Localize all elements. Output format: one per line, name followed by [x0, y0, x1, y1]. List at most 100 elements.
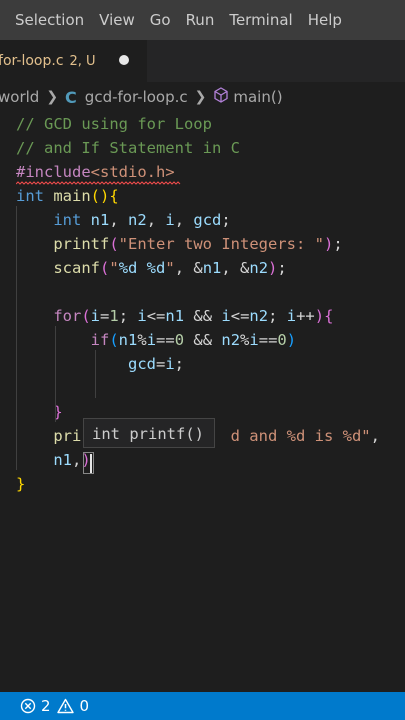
indent-guide	[95, 350, 96, 398]
code-token: // GCD using for Loop	[16, 115, 212, 133]
code-token: 0	[174, 331, 185, 349]
code-token: 0	[277, 331, 287, 349]
warning-icon	[56, 698, 74, 714]
code-token: ,	[370, 427, 380, 445]
code-token: , &	[221, 259, 250, 277]
code-line: printf("Enter two Integers: ");	[16, 232, 343, 256]
code-token: n1	[90, 211, 110, 229]
code-token: ;	[333, 235, 343, 253]
code-token: scanf	[53, 259, 100, 277]
code-token: %	[137, 331, 147, 349]
code-token: (	[109, 235, 119, 253]
code-token: ==	[156, 331, 175, 349]
code-line: n1,)	[16, 448, 90, 472]
code-token: gcd	[127, 355, 156, 373]
code-token: =	[100, 307, 110, 325]
code-token: ++	[296, 307, 315, 325]
code-token: i	[165, 355, 175, 373]
symbol-method-icon	[213, 87, 229, 107]
code-token: =	[155, 355, 166, 373]
code-token: (){	[90, 187, 119, 205]
menu-go[interactable]: Go	[150, 11, 171, 29]
code-token: n2	[249, 307, 269, 325]
code-token: ;	[118, 307, 138, 325]
code-line: gcd=i;	[16, 352, 184, 376]
code-token: i	[221, 307, 231, 325]
breadcrumb-symbol[interactable]: main()	[233, 88, 282, 106]
menu-run[interactable]: Run	[186, 11, 215, 29]
code-token: %	[240, 331, 250, 349]
code-line: // and If Statement in C	[16, 136, 240, 160]
breadcrumb: world ❯ C gcd-for-loop.c ❯ main()	[0, 84, 405, 110]
code-token: n2	[128, 211, 147, 229]
text-cursor	[90, 454, 92, 473]
menu-view[interactable]: View	[99, 11, 135, 29]
code-token: n2	[221, 331, 241, 349]
unsaved-dot-icon[interactable]	[119, 55, 129, 65]
warning-count: 0	[79, 697, 90, 715]
code-line: int n1, n2, i, gcd;	[16, 208, 230, 232]
error-squiggle	[16, 181, 181, 185]
code-line: if(n1%i==0 && n2%i==0)	[16, 328, 296, 352]
code-line: }	[16, 472, 25, 496]
signature-hover-tooltip: int printf()	[83, 418, 215, 448]
code-token: }	[16, 475, 26, 493]
code-token: n1	[165, 307, 185, 325]
breadcrumb-folder[interactable]: world	[0, 88, 39, 106]
code-token: , &	[174, 259, 203, 277]
code-token: i	[90, 307, 101, 325]
code-token: printf	[53, 235, 110, 253]
code-token: (	[81, 307, 91, 325]
code-token: pri	[53, 427, 82, 445]
problems-indicator[interactable]: 2 0	[20, 697, 89, 715]
menu-selection[interactable]: Selection	[15, 11, 84, 29]
code-token: gcd	[193, 211, 222, 229]
code-token: n1	[53, 451, 72, 469]
menu-terminal[interactable]: Terminal	[229, 11, 292, 29]
code-token: ;	[268, 307, 287, 325]
code-editor[interactable]: } n1,) pri d and %d is %d", } gcd=i; if(…	[0, 110, 405, 692]
tab-bar: -for-loop.c 2, U	[0, 40, 405, 82]
code-token: "	[109, 259, 119, 277]
menu-help[interactable]: Help	[308, 11, 342, 29]
code-token: <=	[230, 307, 250, 325]
code-token: )	[268, 259, 278, 277]
code-token: )	[323, 235, 334, 253]
code-token: <=	[146, 307, 166, 325]
editor-tab[interactable]: -for-loop.c 2, U	[0, 40, 147, 82]
code-token: i	[249, 331, 259, 349]
code-token: <stdio.h>	[90, 163, 175, 181]
code-token: n1	[202, 259, 222, 277]
code-token: ==	[258, 331, 278, 349]
breadcrumb-file[interactable]: gcd-for-loop.c	[85, 88, 188, 106]
menu-bar: Selection View Go Run Terminal Help	[0, 0, 405, 40]
status-bar: 2 0	[0, 692, 405, 720]
code-token: i	[146, 331, 157, 349]
error-icon	[20, 698, 36, 714]
tab-title: -for-loop.c	[0, 53, 64, 69]
code-line: for(i=1; i<=n1 && i<=n2; i++){	[16, 304, 333, 328]
code-token: i	[165, 211, 175, 229]
code-token: int	[16, 187, 44, 205]
code-token: ;	[174, 355, 185, 373]
code-token: for	[53, 307, 82, 325]
code-token: ,	[174, 211, 194, 229]
code-line: // GCD using for Loop	[16, 112, 212, 136]
code-token: &&	[184, 331, 222, 349]
code-token: 1	[109, 307, 119, 325]
code-token: (	[100, 259, 110, 277]
code-token: i	[137, 307, 147, 325]
code-token: ){	[314, 307, 334, 325]
chevron-right-icon: ❯	[46, 89, 59, 105]
tab-problem-status: 2, U	[69, 53, 96, 69]
code-token: "	[165, 259, 175, 277]
